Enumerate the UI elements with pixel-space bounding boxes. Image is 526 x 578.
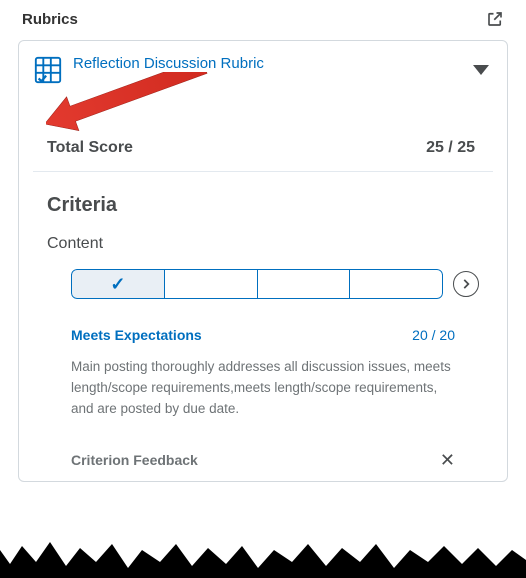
checkmark-icon: ✓ [110, 274, 125, 295]
level-score: 20 / 20 [412, 327, 455, 343]
rubric-grid-icon [33, 55, 63, 85]
level-option-2[interactable] [165, 269, 258, 299]
close-icon[interactable]: ✕ [440, 450, 455, 471]
criterion-feedback-label: Criterion Feedback [71, 452, 198, 468]
criteria-heading: Criteria [47, 194, 479, 217]
popout-icon[interactable] [486, 10, 504, 28]
collapse-caret-icon[interactable] [473, 65, 489, 75]
level-option-3[interactable] [258, 269, 351, 299]
level-description: Main posting thoroughly addresses all di… [33, 357, 493, 444]
page-title: Rubrics [22, 11, 78, 28]
rubric-title-link[interactable]: Reflection Discussion Rubric [73, 55, 264, 72]
criterion-name: Content [47, 235, 479, 253]
total-score-value: 25 / 25 [426, 139, 475, 157]
level-selector: ✓ [71, 269, 443, 299]
total-score-label: Total Score [47, 139, 133, 157]
next-criterion-button[interactable] [453, 271, 479, 297]
level-name: Meets Expectations [71, 327, 202, 343]
torn-edge-decoration [0, 532, 526, 578]
rubric-panel: Reflection Discussion Rubric Total Score… [18, 40, 508, 482]
level-option-1[interactable]: ✓ [71, 269, 165, 299]
level-option-4[interactable] [350, 269, 443, 299]
